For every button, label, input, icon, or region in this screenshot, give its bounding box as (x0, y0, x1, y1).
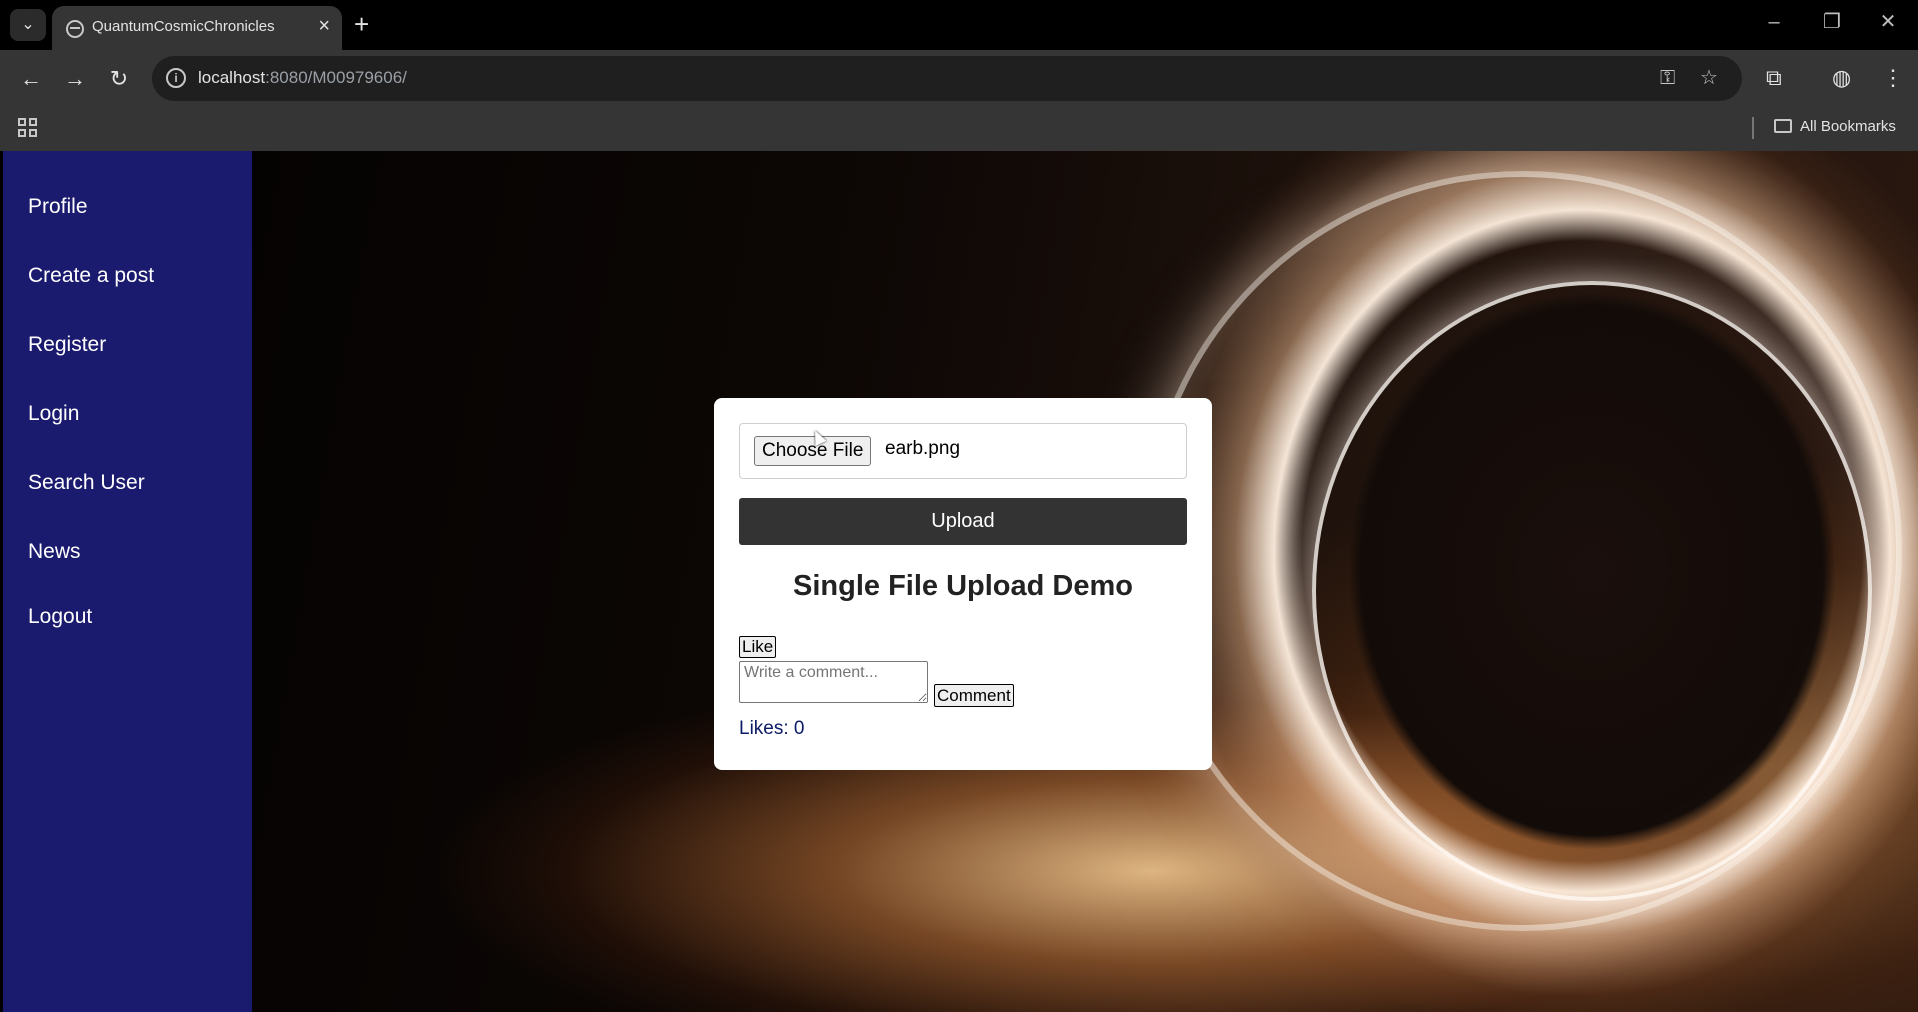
site-info-icon[interactable]: i (166, 68, 186, 88)
all-bookmarks-button[interactable]: All Bookmarks (1774, 118, 1896, 135)
apps-grid-icon[interactable] (18, 118, 38, 138)
accretion-ring-inner (1312, 281, 1872, 901)
password-key-icon[interactable]: ⚿ (1660, 66, 1675, 90)
all-bookmarks-label: All Bookmarks (1800, 118, 1896, 135)
like-button[interactable]: Like (739, 636, 777, 658)
profile-avatar-icon[interactable]: ◍ (1832, 64, 1851, 92)
url-text: localhost:8080/M00979606/ (198, 68, 407, 88)
tab-close-icon[interactable]: × (318, 16, 330, 36)
sidebar-item-create-post[interactable]: Create a post (3, 265, 252, 335)
browser-tab-active[interactable]: QuantumCosmicChronicles × (52, 6, 342, 50)
menu-kebab-icon[interactable]: ⋮ (1882, 64, 1904, 92)
page-title: Single File Upload Demo (793, 570, 1133, 602)
back-icon[interactable]: ← (16, 64, 46, 94)
upload-card: Choose File earb.png Upload Single File … (714, 398, 1212, 770)
upload-button[interactable]: Upload (739, 498, 1187, 545)
address-bar[interactable]: i localhost:8080/M00979606/ ⚿ ☆ (152, 56, 1742, 101)
minimize-icon[interactable]: – (1754, 8, 1794, 36)
selected-file-name: earb.png (885, 438, 961, 459)
sidebar-item-login[interactable]: Login (3, 403, 252, 473)
sidebar-item-search-user[interactable]: Search User (3, 472, 252, 542)
comment-button[interactable]: Comment (934, 684, 1014, 707)
globe-icon (66, 20, 84, 38)
url-host: localhost (198, 68, 266, 87)
tab-title: QuantumCosmicChronicles (92, 18, 275, 35)
reload-icon[interactable]: ↻ (104, 64, 134, 94)
bookmarks-bar: All Bookmarks (0, 107, 1918, 151)
sidebar-item-news[interactable]: News (3, 541, 252, 607)
sidebar-nav: Profile Create a post Register Login Sea… (3, 151, 252, 1012)
browser-toolbar: ← → ↻ i localhost:8080/M00979606/ ⚿ ☆ ⧉ … (0, 50, 1918, 107)
tab-search-dropdown-icon[interactable]: ⌄ (10, 9, 46, 41)
restore-icon[interactable]: ❐ (1812, 8, 1852, 36)
url-path: :8080/M00979606/ (265, 68, 407, 87)
folder-icon (1774, 119, 1792, 133)
close-window-icon[interactable]: ✕ (1868, 8, 1908, 36)
browser-tabstrip: ⌄ QuantumCosmicChronicles × + – ❐ ✕ (0, 0, 1918, 50)
sidebar-item-logout[interactable]: Logout (3, 606, 252, 676)
file-input[interactable]: Choose File earb.png (739, 423, 1187, 479)
bookmarks-separator (1752, 117, 1754, 139)
likes-count: Likes: 0 (739, 718, 805, 739)
comment-input[interactable] (739, 661, 928, 703)
forward-icon[interactable]: → (60, 64, 90, 94)
new-tab-icon[interactable]: + (354, 10, 369, 38)
extensions-icon[interactable]: ⧉ (1766, 64, 1782, 92)
sidebar-item-profile[interactable]: Profile (3, 196, 252, 266)
sidebar-item-register[interactable]: Register (3, 334, 252, 404)
page-viewport: Profile Create a post Register Login Sea… (3, 151, 1918, 1012)
bookmark-star-icon[interactable]: ☆ (1700, 66, 1718, 90)
